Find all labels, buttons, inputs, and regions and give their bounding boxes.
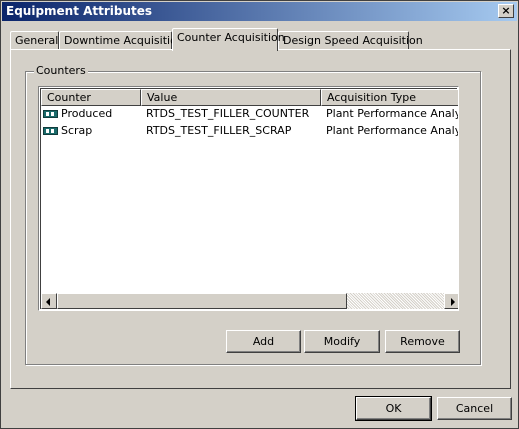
tab-counter-acquisition[interactable]: Counter Acquisition — [172, 28, 285, 51]
cancel-button[interactable]: Cancel — [437, 397, 512, 420]
table-row[interactable]: Produced RTDS_TEST_FILLER_COUNTER Plant … — [41, 106, 458, 122]
modify-button-label: Modify — [323, 335, 361, 348]
cancel-button-label: Cancel — [455, 402, 494, 415]
scroll-track[interactable] — [347, 293, 444, 309]
scroll-thumb[interactable] — [57, 293, 347, 309]
close-button[interactable]: × — [498, 4, 514, 18]
counter-icon — [43, 127, 58, 135]
ok-button-label: OK — [385, 402, 402, 415]
remove-button-label: Remove — [400, 335, 445, 348]
row-value: RTDS_TEST_FILLER_COUNTER — [146, 107, 310, 120]
equipment-attributes-dialog: Equipment Attributes × General Downtime … — [0, 0, 519, 429]
tab-downtime-acquisition-label: Downtime Acquisition — [64, 34, 184, 47]
table-row[interactable]: Scrap RTDS_TEST_FILLER_SCRAP Plant Perfo… — [41, 123, 458, 139]
column-header-acquisition-type[interactable]: Acquisition Type — [321, 89, 458, 106]
counters-group-label: Counters — [34, 64, 88, 77]
counter-icon — [43, 110, 58, 118]
tab-design-speed-acquisition[interactable]: Design Speed Acquisition — [278, 31, 423, 51]
column-header-acquisition-type-label: Acquisition Type — [327, 91, 417, 104]
title-bar[interactable]: Equipment Attributes × — [2, 2, 517, 21]
row-acquisition-type: Plant Performance Analyzer — [326, 107, 458, 120]
tab-design-speed-acquisition-label: Design Speed Acquisition — [283, 34, 423, 47]
column-header-counter-label: Counter — [47, 91, 91, 104]
row-value: RTDS_TEST_FILLER_SCRAP — [146, 124, 292, 137]
window-title: Equipment Attributes — [6, 4, 153, 18]
row-acquisition-type: Plant Performance Analyzer — [326, 124, 458, 137]
horizontal-scrollbar[interactable] — [41, 293, 458, 309]
ok-button[interactable]: OK — [355, 396, 432, 421]
modify-button[interactable]: Modify — [304, 330, 380, 353]
close-icon: × — [501, 4, 511, 17]
tab-counter-acquisition-label: Counter Acquisition — [177, 31, 285, 44]
counters-list-body: Counter Value Acquisition Type Produced … — [40, 88, 458, 309]
arrow-left-icon — [46, 298, 50, 306]
arrow-right-icon — [451, 298, 455, 306]
tab-panel-counter-acquisition: Counters Counter Value Acquisition Type … — [10, 49, 511, 389]
counters-list[interactable]: Counter Value Acquisition Type Produced … — [38, 86, 459, 311]
add-button-label: Add — [252, 335, 275, 348]
column-header-value[interactable]: Value — [141, 89, 321, 106]
scroll-left-button[interactable] — [41, 293, 57, 309]
tab-general[interactable]: General — [10, 31, 59, 51]
counters-groupbox: Counters Counter Value Acquisition Type … — [25, 65, 481, 365]
column-header-counter[interactable]: Counter — [41, 89, 141, 106]
row-counter: Produced — [61, 107, 113, 120]
tab-downtime-acquisition[interactable]: Downtime Acquisition — [59, 31, 184, 51]
remove-button[interactable]: Remove — [385, 330, 460, 353]
scroll-right-button[interactable] — [444, 293, 458, 309]
row-counter: Scrap — [61, 124, 93, 137]
add-button[interactable]: Add — [226, 330, 301, 353]
tab-general-label: General — [15, 34, 59, 47]
column-header-value-label: Value — [147, 91, 178, 104]
